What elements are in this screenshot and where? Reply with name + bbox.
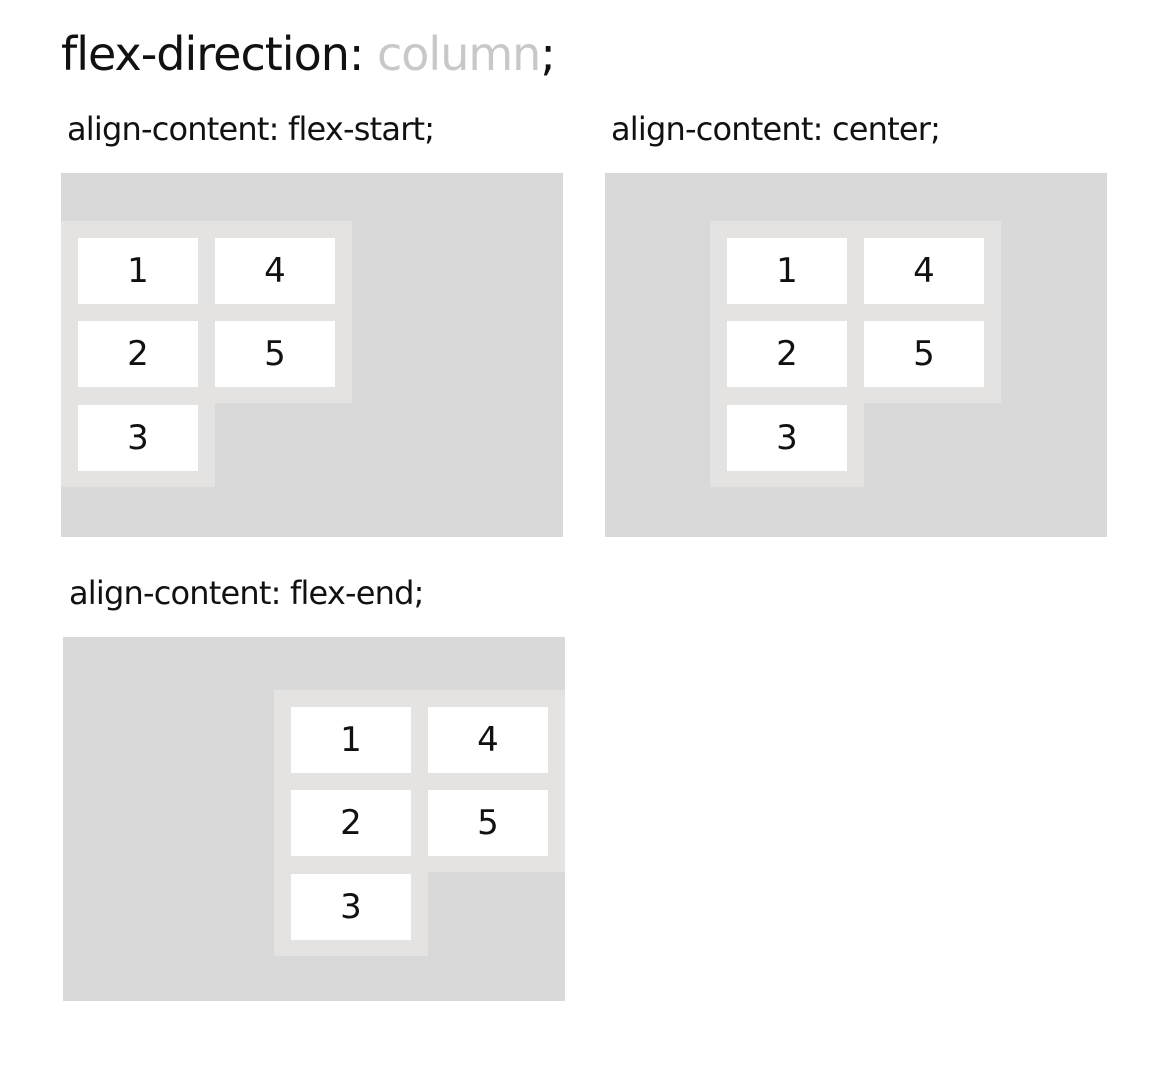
title-value: column bbox=[377, 27, 541, 81]
flex-item-4: 4 bbox=[428, 707, 548, 773]
panel-label-center: align-content: center; bbox=[611, 110, 941, 148]
flex-item-4: 4 bbox=[215, 238, 335, 304]
flex-item-2: 2 bbox=[78, 321, 198, 387]
flex-item-5: 5 bbox=[428, 790, 548, 856]
title-property: flex-direction: bbox=[61, 27, 364, 81]
flex-item-1: 1 bbox=[78, 238, 198, 304]
flex-item-1: 1 bbox=[727, 238, 847, 304]
page-title: flex-direction: column; bbox=[61, 22, 556, 86]
flex-container-flex-start: 1 2 3 4 5 bbox=[61, 173, 563, 537]
panel-label-flex-end: align-content: flex-end; bbox=[69, 574, 424, 612]
flex-item-5: 5 bbox=[215, 321, 335, 387]
flex-item-5: 5 bbox=[864, 321, 984, 387]
flex-item-2: 2 bbox=[727, 321, 847, 387]
flex-item-3: 3 bbox=[291, 874, 411, 940]
flex-container-center: 1 2 3 4 5 bbox=[605, 173, 1107, 537]
flex-item-2: 2 bbox=[291, 790, 411, 856]
flex-item-3: 3 bbox=[727, 405, 847, 471]
title-semicolon: ; bbox=[540, 27, 555, 81]
flex-item-3: 3 bbox=[78, 405, 198, 471]
flex-item-1: 1 bbox=[291, 707, 411, 773]
flex-item-4: 4 bbox=[864, 238, 984, 304]
flex-container-flex-end: 1 2 3 4 5 bbox=[63, 637, 565, 1001]
panel-label-flex-start: align-content: flex-start; bbox=[67, 110, 435, 148]
